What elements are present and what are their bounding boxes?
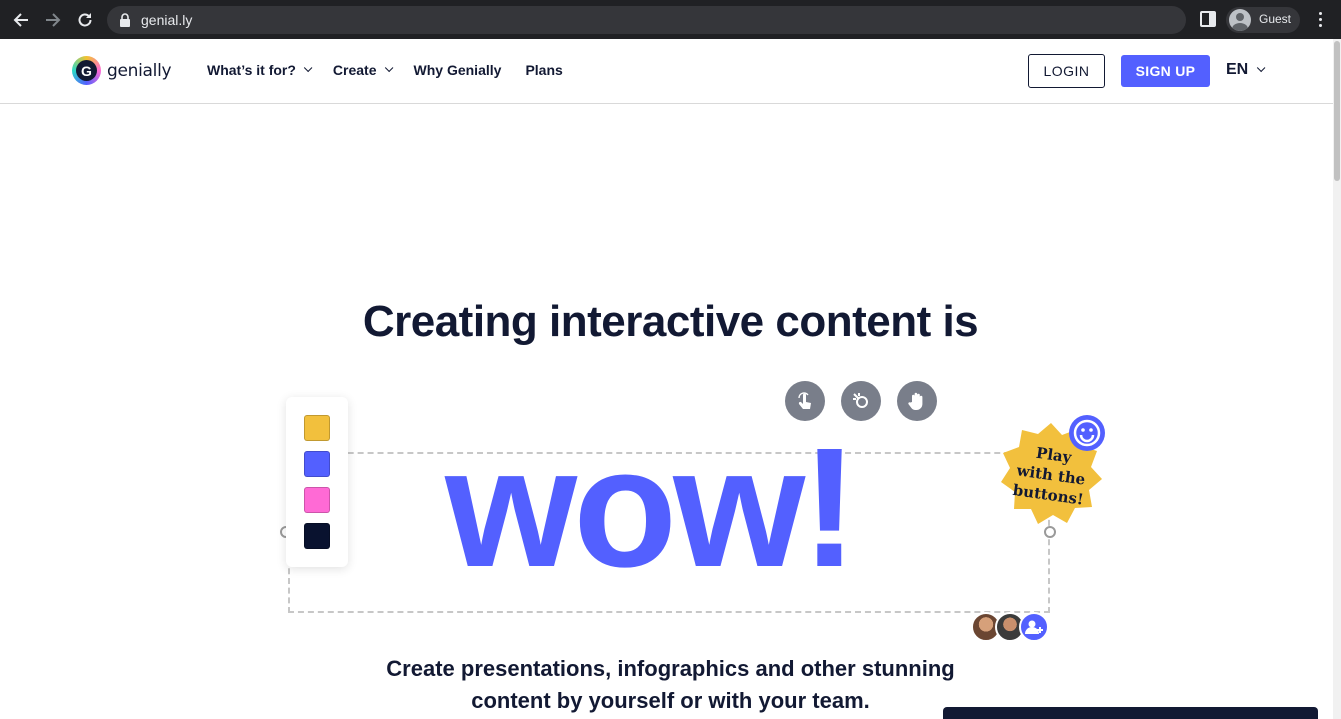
hand-icon [908, 392, 923, 410]
logo-text: genially [107, 60, 172, 81]
chevron-down-icon [303, 63, 313, 73]
reload-icon [78, 13, 92, 27]
scrollbar-thumb[interactable] [1334, 41, 1340, 181]
profile-label: Guest [1259, 12, 1292, 26]
language-selector[interactable]: EN [1226, 61, 1266, 79]
side-panel-icon[interactable] [1200, 11, 1216, 27]
profile-button[interactable]: Guest [1226, 7, 1300, 33]
wow-text[interactable]: wow! [445, 423, 858, 593]
forward-button[interactable] [41, 8, 65, 32]
magic-icon [853, 393, 868, 408]
color-palette [286, 397, 348, 567]
color-swatch-pink[interactable] [304, 487, 330, 513]
signup-button[interactable]: SIGN UP [1121, 55, 1210, 87]
url-text: genial.ly [141, 12, 193, 28]
color-swatch-navy[interactable] [304, 523, 330, 549]
add-user-button[interactable] [1019, 612, 1049, 642]
site-header: G genially What’s it for? Create Why Gen… [0, 39, 1333, 104]
hand-tool-button[interactable] [897, 381, 937, 421]
main-nav: What’s it for? Create Why Genially Plans [207, 62, 587, 78]
nav-label: Why Genially [413, 62, 502, 78]
browser-toolbar: genial.ly Guest [0, 0, 1341, 39]
subtitle-line: Create presentations, infographics and o… [386, 656, 955, 681]
nav-label: Plans [525, 62, 563, 78]
reload-button[interactable] [73, 8, 97, 32]
chevron-down-icon [1257, 63, 1266, 73]
nav-label: What’s it for? [207, 62, 296, 78]
genially-logo[interactable]: G genially [72, 56, 172, 85]
smile-icon [1069, 415, 1105, 451]
back-arrow-icon [13, 13, 28, 27]
color-swatch-yellow[interactable] [304, 415, 330, 441]
more-options-icon[interactable] [1319, 12, 1323, 28]
nav-plans[interactable]: Plans [525, 62, 562, 78]
lock-icon [120, 13, 130, 27]
guest-avatar-icon [1229, 9, 1251, 31]
forward-arrow-icon [46, 13, 61, 27]
nav-create[interactable]: Create [332, 62, 393, 78]
back-button[interactable] [9, 8, 33, 32]
address-bar[interactable]: genial.ly [107, 6, 1186, 34]
page-scrollbar[interactable] [1333, 39, 1341, 719]
web-page: G genially What’s it for? Create Why Gen… [0, 39, 1341, 719]
hero-title: Creating interactive content is [362, 297, 979, 346]
nav-why-genially[interactable]: Why Genially [414, 62, 502, 78]
login-button[interactable]: LOGIN [1028, 54, 1105, 88]
cookie-panel-edge [943, 707, 1318, 719]
add-user-icon [1025, 620, 1043, 634]
language-label: EN [1226, 61, 1249, 78]
nav-whats-it-for[interactable]: What’s it for? [207, 62, 313, 78]
chevron-down-icon [384, 63, 393, 73]
tap-icon [798, 392, 811, 409]
genially-logo-icon: G [72, 56, 101, 85]
nav-label: Create [332, 62, 377, 78]
color-swatch-blue[interactable] [304, 451, 330, 477]
